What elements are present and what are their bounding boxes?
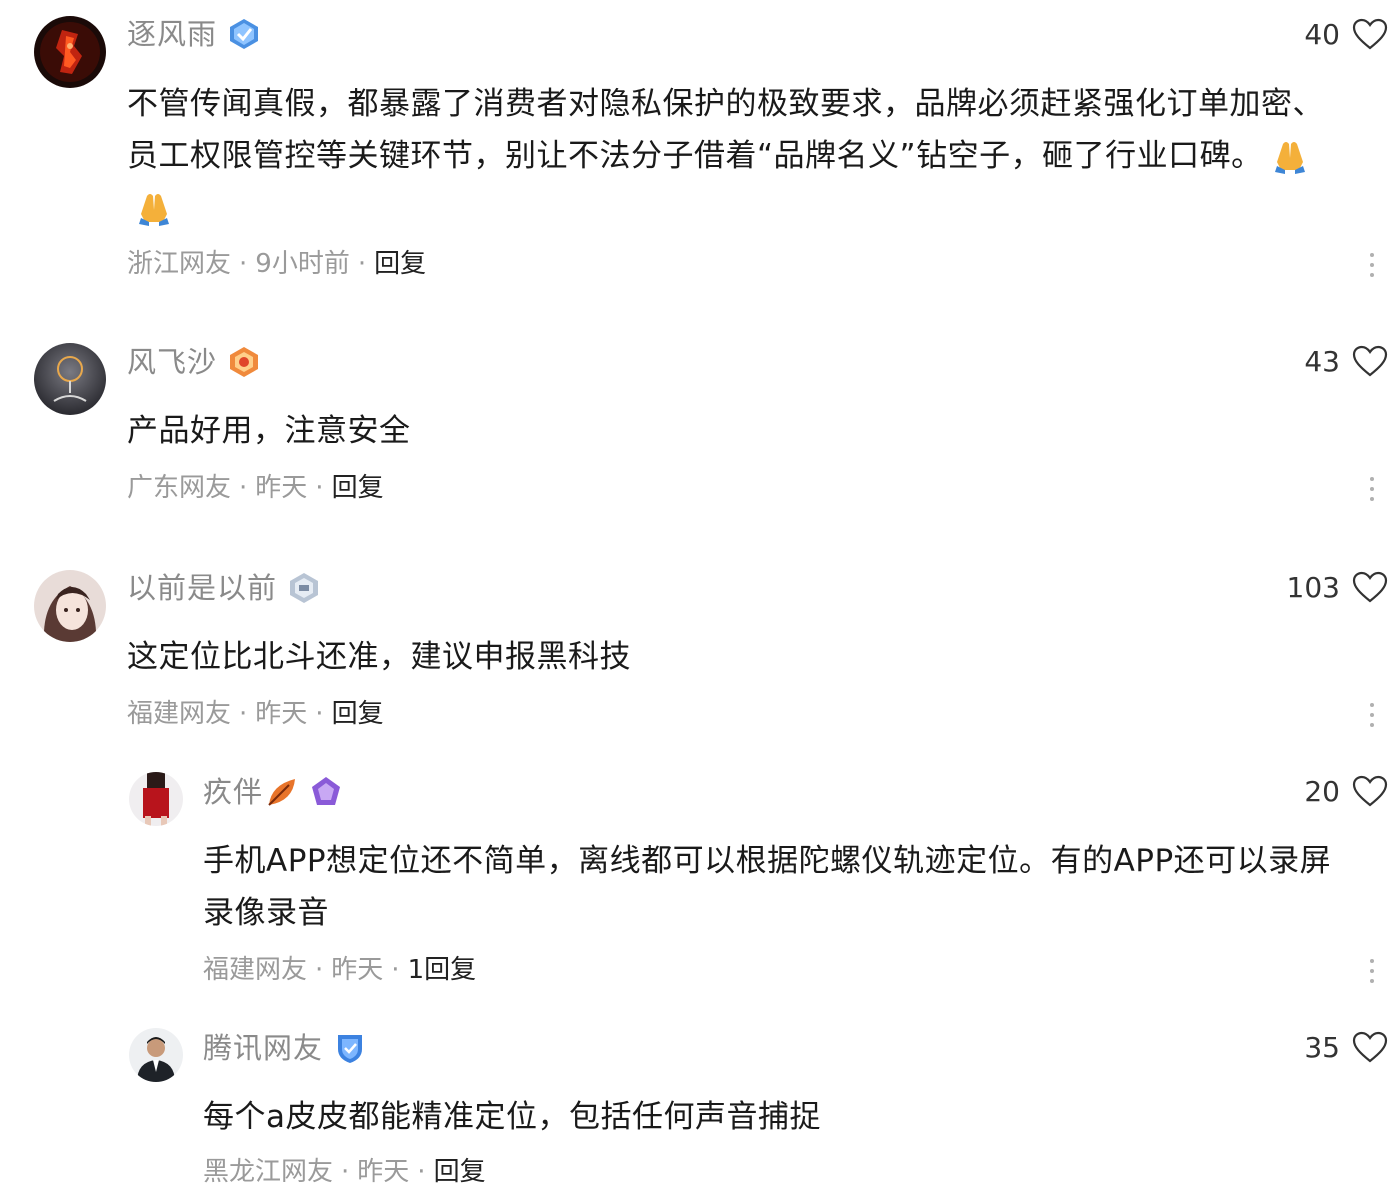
timestamp: 9小时前	[255, 249, 350, 279]
separator-dot: ·	[239, 699, 248, 729]
level-badge-icon	[227, 345, 261, 379]
separator-dot: ·	[341, 1157, 350, 1187]
vertical-ellipsis-icon[interactable]	[1364, 700, 1380, 730]
like-button[interactable]: 43	[1304, 341, 1388, 381]
comment-meta: 福建网友 · 昨天 · 1回复	[203, 950, 476, 990]
leaf-icon	[265, 775, 299, 809]
reply-button[interactable]: 回复	[332, 699, 384, 729]
like-button[interactable]: 20	[1304, 771, 1388, 811]
like-count: 20	[1304, 774, 1340, 808]
avatar[interactable]	[129, 772, 183, 826]
comment-meta: 福建网友 · 昨天 · 回复	[127, 694, 384, 734]
like-button[interactable]: 40	[1304, 14, 1388, 54]
comment-text: 手机APP想定位还不简单，离线都可以根据陀螺仪轨迹定位。有的APP还可以录屏录像…	[203, 835, 1344, 939]
comment-text-content: 手机APP想定位还不简单，离线都可以根据陀螺仪轨迹定位。有的APP还可以录屏录像…	[203, 843, 1332, 931]
comment-text-content: 这定位比北斗还准，建议申报黑科技	[127, 639, 631, 675]
like-count: 43	[1304, 344, 1340, 378]
like-count: 40	[1304, 17, 1340, 51]
username[interactable]: 以前是以前	[127, 568, 321, 608]
username-text: 疚伴	[203, 775, 264, 809]
reply-button[interactable]: 回复	[332, 473, 384, 503]
location: 福建网友	[127, 699, 232, 729]
comment-text: 产品好用，注意安全	[127, 405, 1344, 457]
comment-text: 每个a皮皮都能精准定位，包括任何声音捕捉	[203, 1091, 1344, 1143]
username-text: 腾讯网友	[203, 1031, 324, 1065]
timestamp: 昨天	[331, 955, 384, 985]
username[interactable]: 疚伴	[203, 772, 343, 812]
username[interactable]: 腾讯网友	[203, 1028, 367, 1068]
location: 黑龙江网友	[203, 1157, 334, 1187]
comment-text-content: 每个a皮皮都能精准定位，包括任何声音捕捉	[203, 1099, 821, 1135]
level-badge-icon	[309, 775, 343, 809]
username[interactable]: 逐风雨	[127, 14, 261, 54]
heart-outline-icon	[1352, 775, 1388, 807]
username-text: 风飞沙	[127, 345, 218, 379]
separator-dot: ·	[239, 473, 248, 503]
like-count: 103	[1286, 570, 1340, 604]
reply-count-button[interactable]: 1回复	[408, 955, 477, 985]
shield-badge-icon	[333, 1031, 367, 1065]
timestamp: 昨天	[255, 699, 308, 729]
avatar[interactable]	[34, 16, 106, 88]
praying-hands-emoji	[139, 194, 169, 226]
verified-badge-icon	[227, 17, 261, 51]
username-text: 逐风雨	[127, 17, 218, 51]
level-badge-icon	[287, 571, 321, 605]
separator-dot: ·	[315, 699, 324, 729]
username[interactable]: 风飞沙	[127, 342, 261, 382]
comment-meta: 广东网友 · 昨天 · 回复	[127, 468, 384, 508]
reply-button[interactable]: 回复	[374, 249, 426, 279]
separator-dot: ·	[417, 1157, 426, 1187]
vertical-ellipsis-icon[interactable]	[1364, 250, 1380, 280]
reply-button[interactable]: 回复	[434, 1157, 486, 1187]
separator-dot: ·	[357, 249, 367, 279]
separator-dot: ·	[315, 955, 324, 985]
separator-dot: ·	[315, 473, 324, 503]
location: 福建网友	[203, 955, 308, 985]
comment-text-content: 产品好用，注意安全	[127, 413, 411, 449]
vertical-ellipsis-icon[interactable]	[1364, 474, 1380, 504]
heart-outline-icon	[1352, 1031, 1388, 1063]
like-button[interactable]: 35	[1304, 1027, 1388, 1067]
timestamp: 昨天	[255, 473, 308, 503]
timestamp: 昨天	[357, 1157, 410, 1187]
like-button[interactable]: 103	[1287, 567, 1388, 607]
avatar[interactable]	[129, 1028, 183, 1082]
heart-outline-icon	[1352, 345, 1388, 377]
comment-meta: 黑龙江网友 · 昨天 · 回复	[203, 1152, 486, 1192]
vertical-ellipsis-icon[interactable]	[1364, 956, 1380, 986]
location: 广东网友	[127, 473, 232, 503]
separator-dot: ·	[391, 955, 400, 985]
comment-text: 不管传闻真假，都暴露了消费者对隐私保护的极致要求，品牌必须赶紧强化订单加密、员工…	[127, 78, 1344, 234]
username-text: 以前是以前	[127, 571, 278, 605]
comment-meta: 浙江网友 · 9小时前 · 回复	[127, 244, 426, 284]
heart-outline-icon	[1352, 571, 1388, 603]
separator-dot: ·	[239, 249, 248, 279]
comment-text-content: 不管传闻真假，都暴露了消费者对隐私保护的极致要求，品牌必须赶紧强化订单加密、员工…	[127, 86, 1324, 174]
comment-text: 这定位比北斗还准，建议申报黑科技	[127, 631, 1344, 683]
avatar[interactable]	[34, 343, 106, 415]
heart-outline-icon	[1352, 18, 1388, 50]
location: 浙江网友	[127, 249, 232, 279]
like-count: 35	[1304, 1030, 1340, 1064]
avatar[interactable]	[34, 570, 106, 642]
praying-hands-emoji	[1274, 142, 1305, 174]
